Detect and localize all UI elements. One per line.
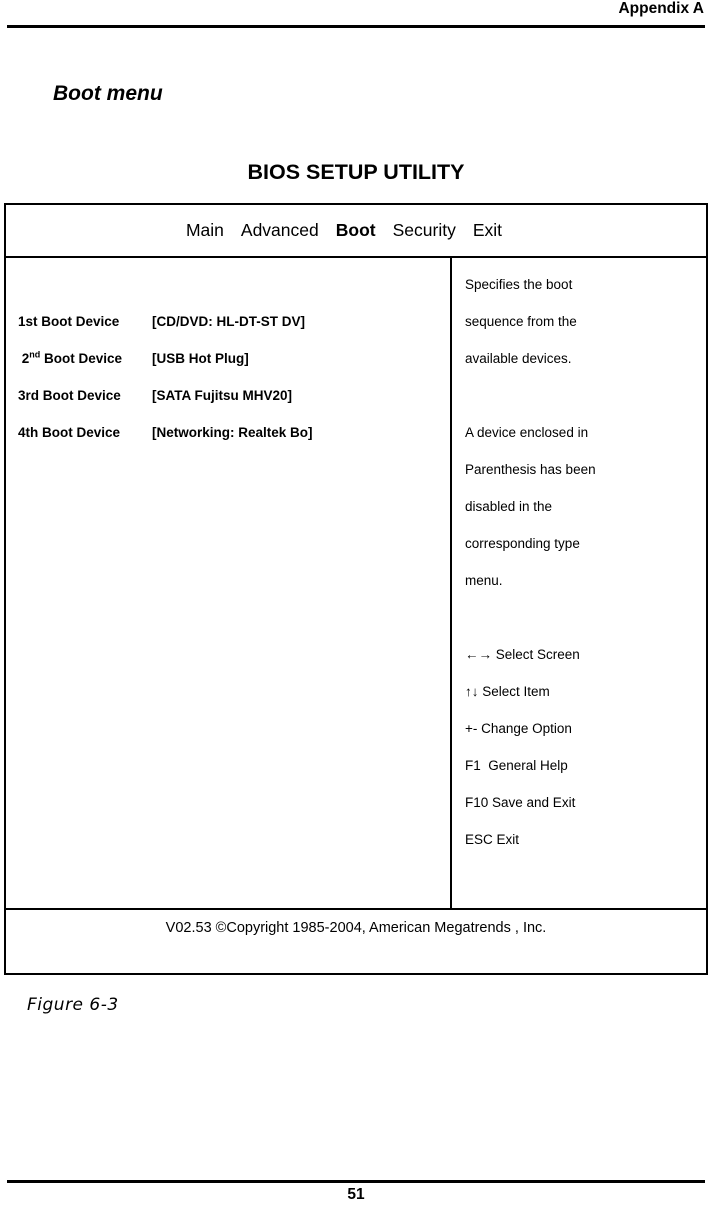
boot-device-row[interactable]: 1st Boot Device [CD/DVD: HL-DT-ST DV]	[18, 303, 438, 340]
boot-device-value[interactable]: [Networking: Realtek Bo]	[152, 425, 313, 440]
help-pane: Specifies the boot sequence from the avail…	[452, 258, 706, 908]
boot-device-label: 3rd Boot Device	[18, 388, 121, 403]
bios-setup-title: BIOS SETUP UTILITY	[247, 160, 465, 184]
copyright-text: V02.53 ©Copyright 1985-2004, American Me…	[165, 920, 547, 936]
help-line: +- Change Option	[465, 721, 572, 736]
help-line: Parenthesis has been	[465, 462, 596, 477]
header-divider	[7, 25, 705, 28]
help-line: sequence from the	[465, 314, 577, 329]
bios-tab-boot[interactable]: Boot	[336, 220, 376, 241]
section-title: Boot menu	[53, 82, 163, 105]
bios-menu-items: Main Advanced Boot Security Exit	[186, 220, 502, 241]
help-spacer	[465, 599, 695, 636]
help-line: corresponding type	[465, 536, 580, 551]
help-line: F1 General Help	[465, 758, 568, 773]
page: Appendix A Boot menu BIOS SETUP UTILITY …	[0, 0, 712, 1213]
help-line: ↑↓ Select Item	[465, 684, 550, 699]
boot-device-row[interactable]: 2nd Boot Device [USB Hot Plug]	[18, 340, 438, 377]
figure-caption: Figure 6-3	[27, 995, 119, 1015]
boot-device-ordinal-suffix: nd	[29, 349, 41, 360]
help-line: ESC Exit	[465, 832, 520, 847]
boot-device-label: 2nd Boot Device	[18, 340, 152, 377]
help-line: menu.	[465, 573, 503, 588]
help-line: Specifies the boot	[465, 277, 573, 292]
page-number: 51	[347, 1186, 365, 1203]
help-line: ←→ Select Screen	[465, 647, 580, 662]
bios-screen: Main Advanced Boot Security Exit 1st Boot De…	[4, 203, 708, 975]
appendix-label: Appendix A	[618, 0, 704, 17]
help-line: F10 Save and Exit	[465, 795, 576, 810]
bios-tab-security[interactable]: Security	[393, 220, 456, 241]
boot-device-value[interactable]: [CD/DVD: HL-DT-ST DV]	[152, 314, 305, 329]
boot-device-value[interactable]: [SATA Fujitsu MHV20]	[152, 388, 292, 403]
boot-device-label-tail: Boot Device	[40, 351, 123, 366]
help-spacer	[465, 377, 695, 414]
boot-device-list: 1st Boot Device [CD/DVD: HL-DT-ST DV] 2nd…	[18, 303, 438, 451]
help-text: Specifies the boot sequence from the avail…	[465, 266, 695, 858]
bios-tab-exit[interactable]: Exit	[473, 220, 502, 241]
bios-menu-bar: Main Advanced Boot Security Exit	[6, 205, 706, 258]
bios-body: 1st Boot Device [CD/DVD: HL-DT-ST DV] 2nd…	[6, 258, 706, 910]
boot-device-label: 4th Boot Device	[18, 425, 121, 440]
bios-tab-main[interactable]: Main	[186, 220, 224, 241]
boot-device-value[interactable]: [USB Hot Plug]	[152, 351, 249, 366]
boot-device-row[interactable]: 4th Boot Device [Networking: Realtek Bo]	[18, 414, 438, 451]
boot-device-index: 2	[18, 351, 30, 366]
help-line: available devices.	[465, 351, 572, 366]
page-header: Appendix A	[0, 0, 712, 30]
boot-device-row[interactable]: 3rd Boot Device [SATA Fujitsu MHV20]	[18, 377, 438, 414]
help-line: disabled in the	[465, 499, 553, 514]
bios-footer: V02.53 ©Copyright 1985-2004, American Me…	[6, 908, 706, 973]
footer-divider	[7, 1180, 705, 1183]
help-line: A device enclosed in	[465, 425, 589, 440]
boot-device-pane: 1st Boot Device [CD/DVD: HL-DT-ST DV] 2nd…	[6, 258, 452, 908]
boot-device-label: 1st Boot Device	[18, 314, 120, 329]
bios-tab-advanced[interactable]: Advanced	[241, 220, 319, 241]
